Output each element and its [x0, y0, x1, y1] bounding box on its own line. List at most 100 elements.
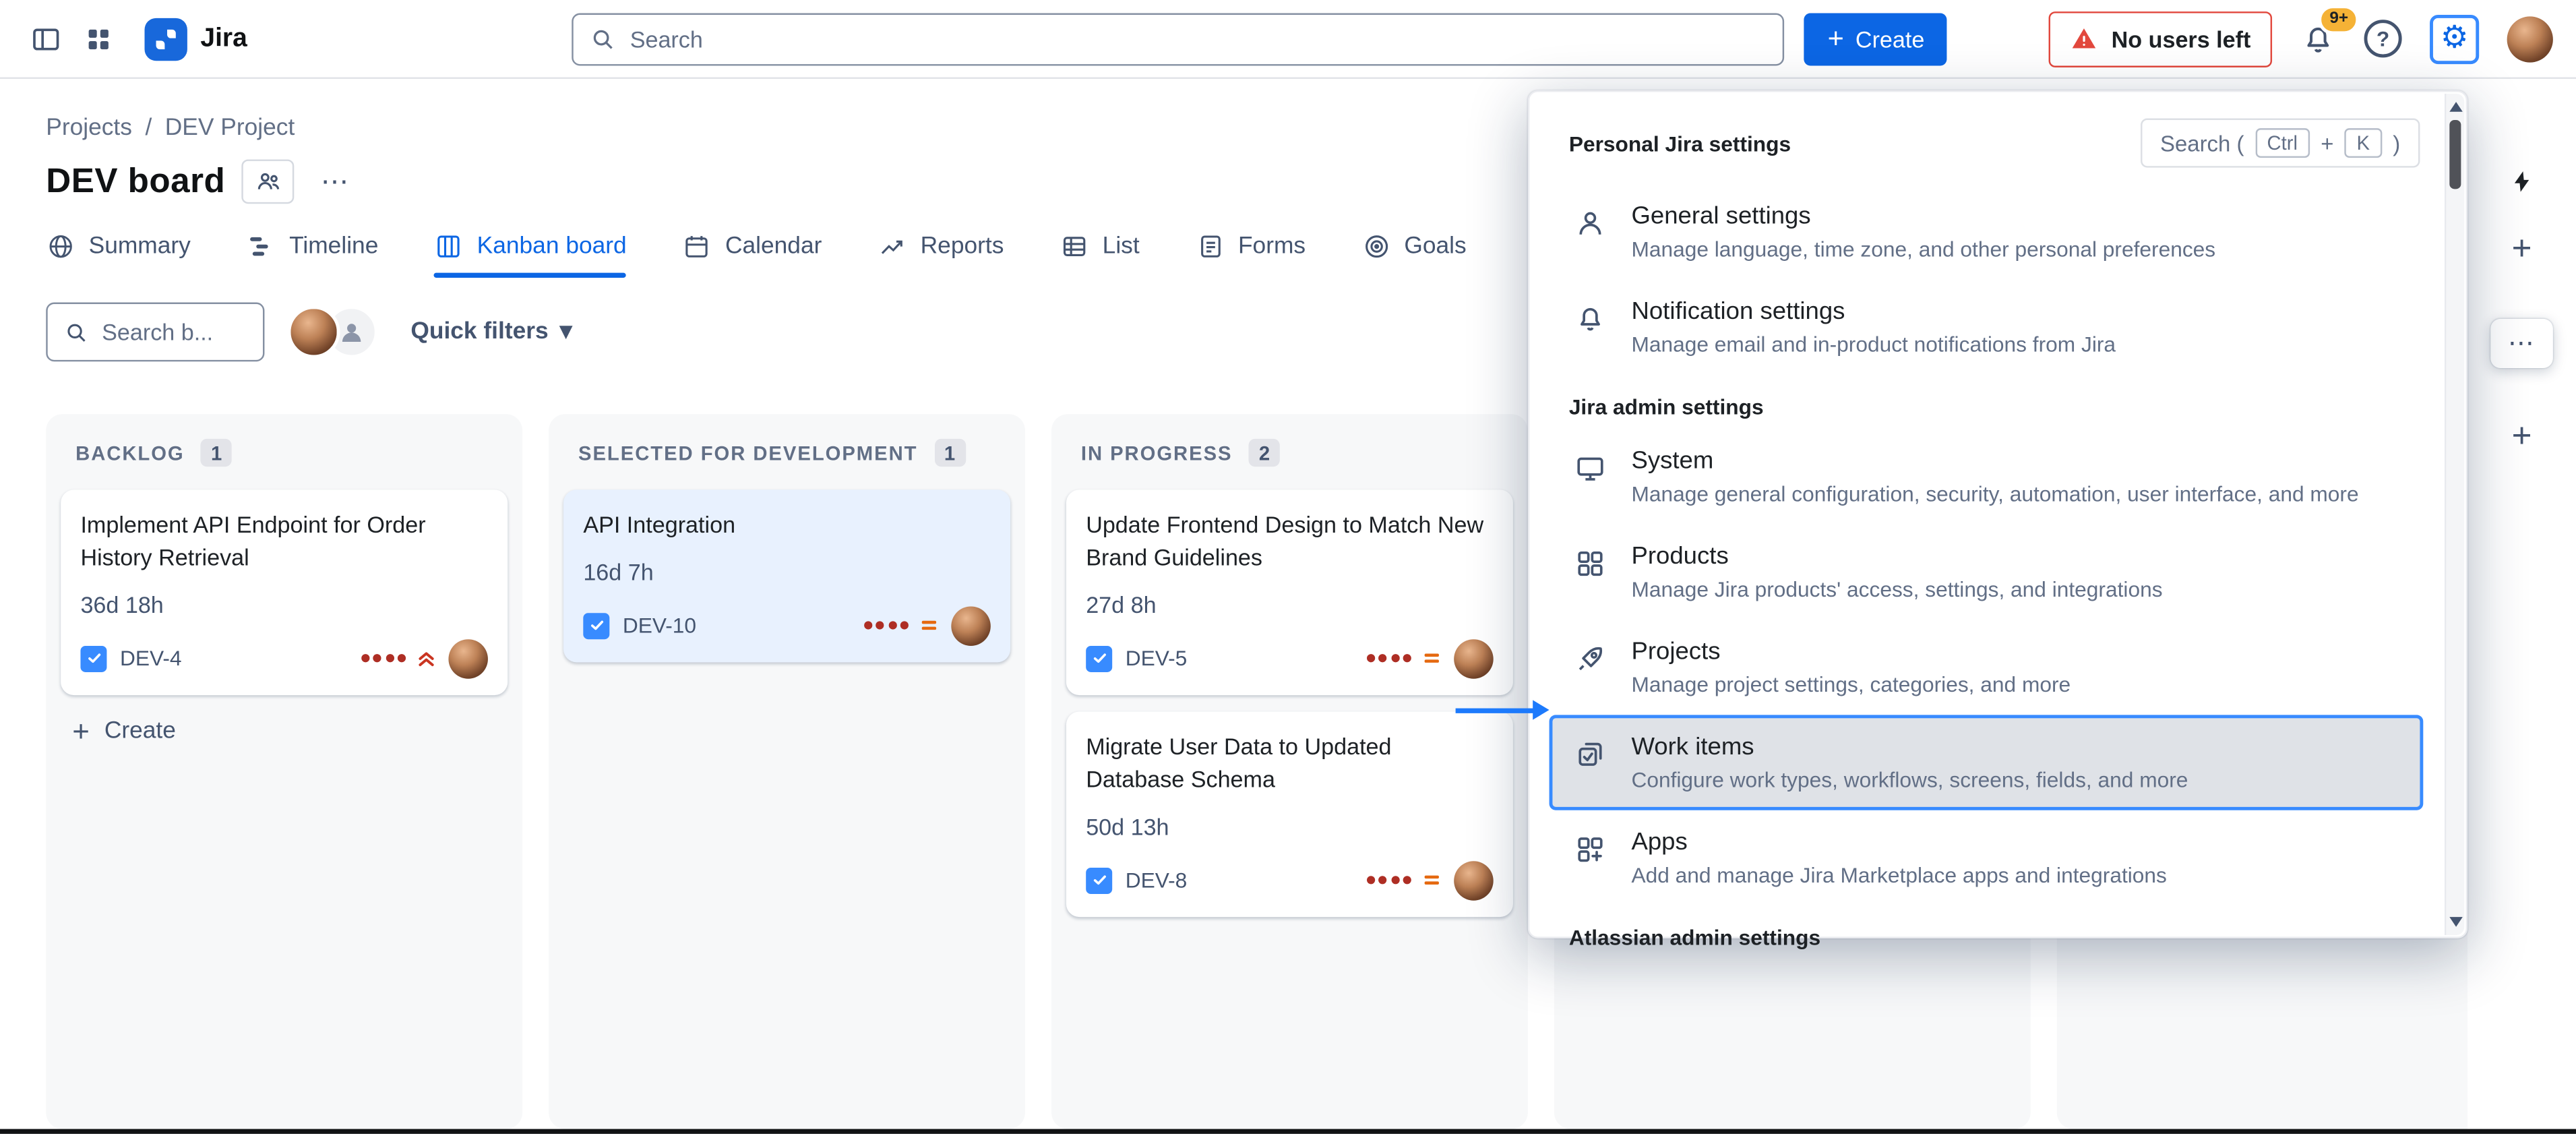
column-count-badge: 1 [934, 439, 965, 467]
search-icon [590, 26, 617, 52]
settings-item-title: Projects [1631, 636, 2071, 667]
products-grid-icon [1572, 545, 1609, 582]
no-users-left-button[interactable]: No users left [2049, 11, 2272, 67]
user-avatar[interactable] [2507, 16, 2553, 61]
automation-button[interactable] [2509, 168, 2534, 196]
apps-icon [1572, 831, 1609, 868]
card-meta [863, 606, 991, 646]
add-view-button[interactable]: + [2512, 230, 2532, 270]
help-button[interactable]: ? [2364, 20, 2402, 57]
notification-count-badge: 9+ [2318, 4, 2360, 34]
board-search-input[interactable] [102, 319, 247, 345]
settings-item-system[interactable]: System Manage general configuration, sec… [1550, 429, 2424, 524]
chart-icon [878, 232, 907, 262]
list-icon [1060, 232, 1089, 262]
question-mark-icon: ? [2376, 26, 2389, 51]
add-column-button[interactable]: + [2512, 417, 2532, 457]
column-create-button[interactable]: + Create [46, 694, 522, 767]
notifications-button[interactable]: 9+ [2300, 20, 2337, 57]
tab-reports[interactable]: Reports [878, 232, 1004, 278]
effort-dots [1366, 876, 1411, 884]
column-selected-for-development: SELECTED FOR DEVELOPMENT 1 API Integrati… [549, 414, 1025, 1129]
global-search-input[interactable] [630, 26, 1767, 52]
board-title-more-button[interactable]: ⋯ [311, 165, 360, 198]
settings-item-projects[interactable]: Projects Manage project settings, catego… [1550, 620, 2424, 715]
card-footer: DEV-5 [1086, 639, 1494, 679]
app-switcher-button[interactable] [72, 12, 125, 65]
priority-highest-icon [412, 645, 439, 672]
tab-forms[interactable]: Forms [1196, 232, 1306, 278]
settings-item-apps[interactable]: Apps Add and manage Jira Marketplace app… [1550, 810, 2424, 905]
effort-dots [1366, 655, 1411, 663]
column-name: BACKLOG [75, 441, 185, 464]
section-heading-atlassian-admin: Atlassian admin settings [1550, 905, 2424, 959]
card-footer: DEV-10 [583, 606, 991, 646]
tab-list[interactable]: List [1060, 232, 1139, 278]
settings-item-notification-settings[interactable]: Notification settings Manage email and i… [1550, 279, 2424, 374]
scroll-down-arrow-icon[interactable] [2449, 917, 2462, 927]
card-title: Update Frontend Design to Match New Bran… [1086, 510, 1494, 575]
issue-card-dev-4[interactable]: Implement API Endpoint for Order History… [61, 489, 508, 694]
settings-search-shortcut[interactable]: Search ( Ctrl + K ) [2141, 119, 2420, 168]
issue-card-dev-8[interactable]: Migrate User Data to Updated Database Sc… [1066, 711, 1513, 916]
settings-dropdown: Personal Jira settings Search ( Ctrl + K… [1528, 90, 2467, 938]
global-search-field[interactable] [572, 12, 1785, 65]
page-title: DEV board [46, 162, 225, 202]
board-more-button[interactable]: ⋯ [2490, 319, 2553, 368]
settings-item-title: Apps [1631, 827, 2166, 858]
board-members-button[interactable] [242, 159, 295, 204]
quick-filters-button[interactable]: Quick filters ▾ [398, 309, 585, 355]
jira-logo[interactable]: Jira [145, 18, 247, 60]
scroll-up-arrow-icon[interactable] [2449, 102, 2462, 112]
card-meta [361, 639, 488, 679]
issue-key: DEV-5 [1126, 647, 1188, 672]
tab-goals[interactable]: Goals [1361, 232, 1467, 278]
scrollbar-thumb[interactable] [2449, 120, 2461, 189]
settings-dropdown-header: Personal Jira settings Search ( Ctrl + K… [1550, 115, 2424, 184]
column-header: BACKLOG 1 [46, 414, 522, 481]
assignee-avatar[interactable] [288, 305, 340, 358]
person-icon [1572, 206, 1609, 242]
tab-kanban-board[interactable]: Kanban board [434, 232, 626, 278]
pointer-arrow-to-work-items [1456, 709, 1535, 713]
assignee-avatar[interactable] [448, 639, 488, 679]
settings-button-active[interactable]: ⚙︎ [2430, 14, 2479, 63]
tab-summary[interactable]: Summary [46, 232, 191, 278]
settings-item-title: General settings [1631, 200, 2215, 231]
breadcrumb-projects[interactable]: Projects [46, 115, 132, 142]
assignee-avatar[interactable] [1454, 860, 1494, 900]
column-name: SELECTED FOR DEVELOPMENT [578, 441, 917, 464]
issue-card-dev-10[interactable]: API Integration 16d 7h DEV-10 [563, 489, 1010, 662]
sidebar-toggle-button[interactable] [20, 12, 72, 65]
settings-item-title: Products [1631, 541, 2162, 572]
app-grid-icon [84, 24, 113, 53]
board-search-field[interactable] [46, 303, 264, 362]
sidebar-panel-icon [30, 22, 63, 55]
globe-icon [46, 232, 75, 262]
effort-dots [361, 655, 406, 663]
bell-icon [1572, 301, 1609, 337]
settings-item-work-items[interactable]: Work items Configure work types, workflo… [1550, 715, 2424, 810]
people-icon [254, 168, 282, 196]
board-right-rail: + ⋯ + [2467, 79, 2576, 1129]
section-heading-jira-admin: Jira admin settings [1550, 375, 2424, 429]
card-title: API Integration [583, 510, 991, 542]
settings-item-title: Work items [1631, 732, 2188, 763]
breadcrumb-project[interactable]: DEV Project [165, 115, 295, 142]
settings-item-products[interactable]: Products Manage Jira products' access, s… [1550, 525, 2424, 620]
tab-timeline[interactable]: Timeline [247, 232, 379, 278]
create-button[interactable]: + Create [1805, 12, 1948, 65]
settings-item-title: System [1631, 446, 2358, 477]
issue-key: DEV-8 [1126, 868, 1188, 893]
breadcrumb-separator: / [145, 115, 152, 142]
priority-medium-icon [1418, 867, 1444, 893]
tab-calendar[interactable]: Calendar [683, 232, 822, 278]
issue-card-dev-5[interactable]: Update Frontend Design to Match New Bran… [1066, 489, 1513, 694]
assignee-avatar[interactable] [1454, 639, 1494, 679]
settings-item-description: Manage language, time zone, and other pe… [1631, 237, 2215, 263]
settings-item-general-settings[interactable]: General settings Manage language, time z… [1550, 184, 2424, 279]
settings-item-description: Manage project settings, categories, and… [1631, 672, 2071, 698]
dropdown-scrollbar[interactable] [2445, 94, 2464, 935]
assignee-avatar[interactable] [951, 606, 991, 646]
column-in-progress: IN PROGRESS 2 Update Frontend Design to … [1051, 414, 1528, 1129]
